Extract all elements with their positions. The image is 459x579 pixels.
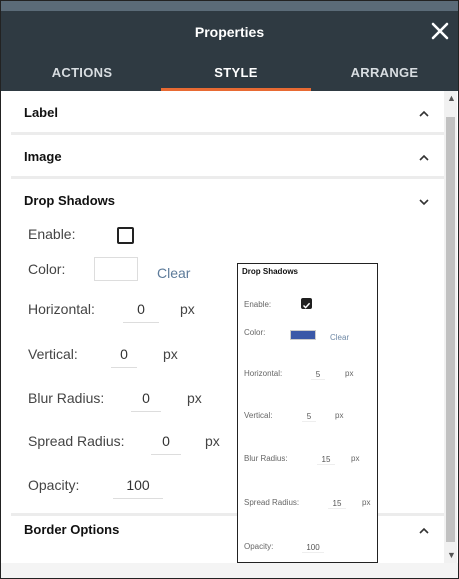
horizontal-input[interactable]: 0 xyxy=(123,301,159,323)
preview-horizontal-value: 5 xyxy=(311,370,325,380)
chevron-down-icon[interactable] xyxy=(418,196,430,208)
style-content: Label Image Drop Shadows Enable: Color: … xyxy=(11,91,444,563)
scrollbar-thumb[interactable] xyxy=(446,117,455,542)
tab-actions[interactable]: ACTIONS xyxy=(1,54,163,91)
section-drop-shadows-title: Drop Shadows xyxy=(24,193,116,208)
preview-horizontal-label: Horizontal: xyxy=(244,369,283,378)
tab-style[interactable]: STYLE xyxy=(161,54,311,91)
spread-radius-label: Spread Radius: xyxy=(28,433,125,449)
opacity-label: Opacity: xyxy=(28,477,80,493)
section-label[interactable]: Label xyxy=(11,91,444,132)
tab-arrange-label: ARRANGE xyxy=(350,65,419,80)
section-image-title: Image xyxy=(24,149,62,164)
preview-enable-label: Enable: xyxy=(244,300,272,309)
tab-actions-label: ACTIONS xyxy=(51,65,113,80)
top-strip xyxy=(1,1,458,11)
preview-vertical-label: Vertical: xyxy=(244,411,273,420)
enable-label: Enable: xyxy=(28,226,76,242)
panel-title: Properties xyxy=(194,24,265,40)
preview-enable-checkbox xyxy=(301,298,312,309)
blur-radius-unit: px xyxy=(187,390,202,406)
blur-radius-input[interactable]: 0 xyxy=(131,390,161,412)
section-border-options-title: Border Options xyxy=(24,522,120,537)
bottom-strip xyxy=(1,563,458,578)
scrollbar[interactable]: ▲ ▼ xyxy=(444,91,457,563)
preview-blur-unit: px xyxy=(351,454,360,463)
vertical-label: Vertical: xyxy=(28,346,78,362)
preview-color-label: Color: xyxy=(244,328,266,337)
section-drop-shadows: Drop Shadows Enable: Color: Clear Horizo… xyxy=(11,179,444,513)
enable-checkbox[interactable] xyxy=(117,227,134,244)
preview-blur-value: 15 xyxy=(317,455,335,465)
preview-title: Drop Shadows xyxy=(242,267,299,276)
color-label: Color: xyxy=(28,261,66,277)
section-image[interactable]: Image xyxy=(11,135,444,176)
section-border-options[interactable]: Border Options xyxy=(11,516,444,563)
horizontal-label: Horizontal: xyxy=(28,301,95,317)
close-icon[interactable] xyxy=(426,16,454,46)
section-label-title: Label xyxy=(24,105,58,120)
preview-vertical-value: 5 xyxy=(302,412,316,422)
preview-clear-link: Clear xyxy=(330,333,350,342)
preview-blur-label: Blur Radius: xyxy=(244,454,288,463)
preview-spread-unit: px xyxy=(362,498,371,507)
chevron-up-icon[interactable] xyxy=(418,108,430,120)
preview-color-swatch xyxy=(290,330,316,340)
spread-radius-input[interactable]: 0 xyxy=(151,433,181,455)
spread-radius-unit: px xyxy=(205,433,220,449)
tab-style-label: STYLE xyxy=(214,65,258,80)
color-swatch[interactable] xyxy=(94,257,138,281)
vertical-unit: px xyxy=(163,346,178,362)
vertical-input[interactable]: 0 xyxy=(111,346,137,368)
tab-bar: ACTIONS STYLE ARRANGE xyxy=(1,54,458,91)
preview-horizontal-unit: px xyxy=(345,369,354,378)
chevron-up-icon[interactable] xyxy=(418,525,430,537)
clear-color-link[interactable]: Clear xyxy=(157,265,190,281)
preview-opacity-value: 100 xyxy=(302,543,324,553)
drop-shadows-preview: Drop Shadows Enable: Color: Clear Horizo… xyxy=(237,263,378,563)
preview-spread-value: 15 xyxy=(328,499,346,509)
chevron-up-icon[interactable] xyxy=(418,152,430,164)
preview-opacity-label: Opacity: xyxy=(244,542,274,551)
tab-arrange[interactable]: ARRANGE xyxy=(311,54,458,91)
panel-header: Properties xyxy=(1,11,458,54)
preview-vertical-unit: px xyxy=(335,411,344,420)
scroll-down-icon[interactable]: ▼ xyxy=(447,550,456,560)
preview-spread-label: Spread Radius: xyxy=(244,498,300,507)
horizontal-unit: px xyxy=(180,301,195,317)
properties-panel: Properties ACTIONS STYLE ARRANGE Label I… xyxy=(0,0,459,579)
scroll-up-icon[interactable]: ▲ xyxy=(447,93,456,103)
opacity-input[interactable]: 100 xyxy=(113,477,163,499)
blur-radius-label: Blur Radius: xyxy=(28,390,105,406)
